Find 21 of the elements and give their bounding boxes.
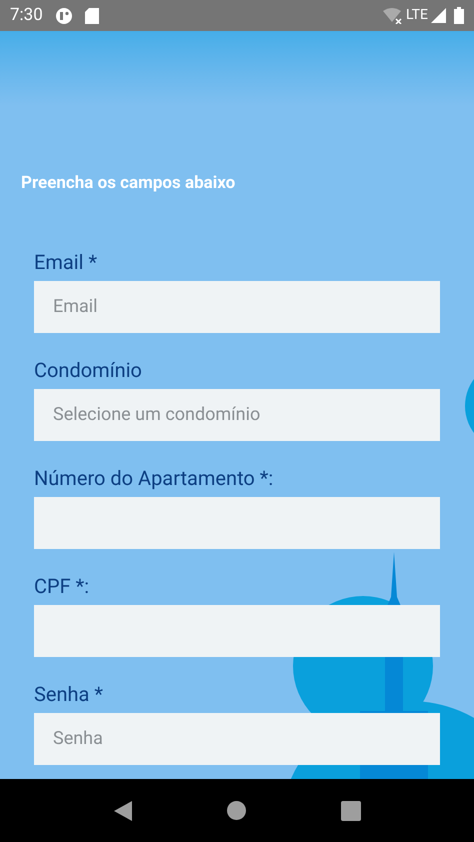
battery-icon <box>454 7 464 24</box>
wifi-off-icon <box>383 8 404 24</box>
back-icon[interactable] <box>114 800 132 820</box>
recents-icon[interactable] <box>340 800 360 820</box>
status-time: 7:30 <box>10 4 43 27</box>
app-notification-icon <box>54 6 73 24</box>
field-label: CPF *: <box>34 574 90 598</box>
signal-icon <box>431 8 446 23</box>
home-icon[interactable] <box>226 801 246 820</box>
input-field[interactable]: Email <box>34 280 440 332</box>
field-label: Número do Apartamento *: <box>34 466 274 490</box>
field-label: Email * <box>34 250 98 274</box>
input-field[interactable]: Senha <box>34 712 440 764</box>
sd-card-icon <box>84 8 99 24</box>
network-type: LTE <box>406 6 428 25</box>
input-field[interactable]: Selecione um condomínio <box>34 388 440 440</box>
form-heading: Preencha os campos abaixo <box>21 172 236 195</box>
field-label: Condomínio <box>34 358 143 382</box>
input-field[interactable] <box>34 496 440 548</box>
field-label: Senha * <box>34 682 104 706</box>
input-field[interactable] <box>34 604 440 656</box>
